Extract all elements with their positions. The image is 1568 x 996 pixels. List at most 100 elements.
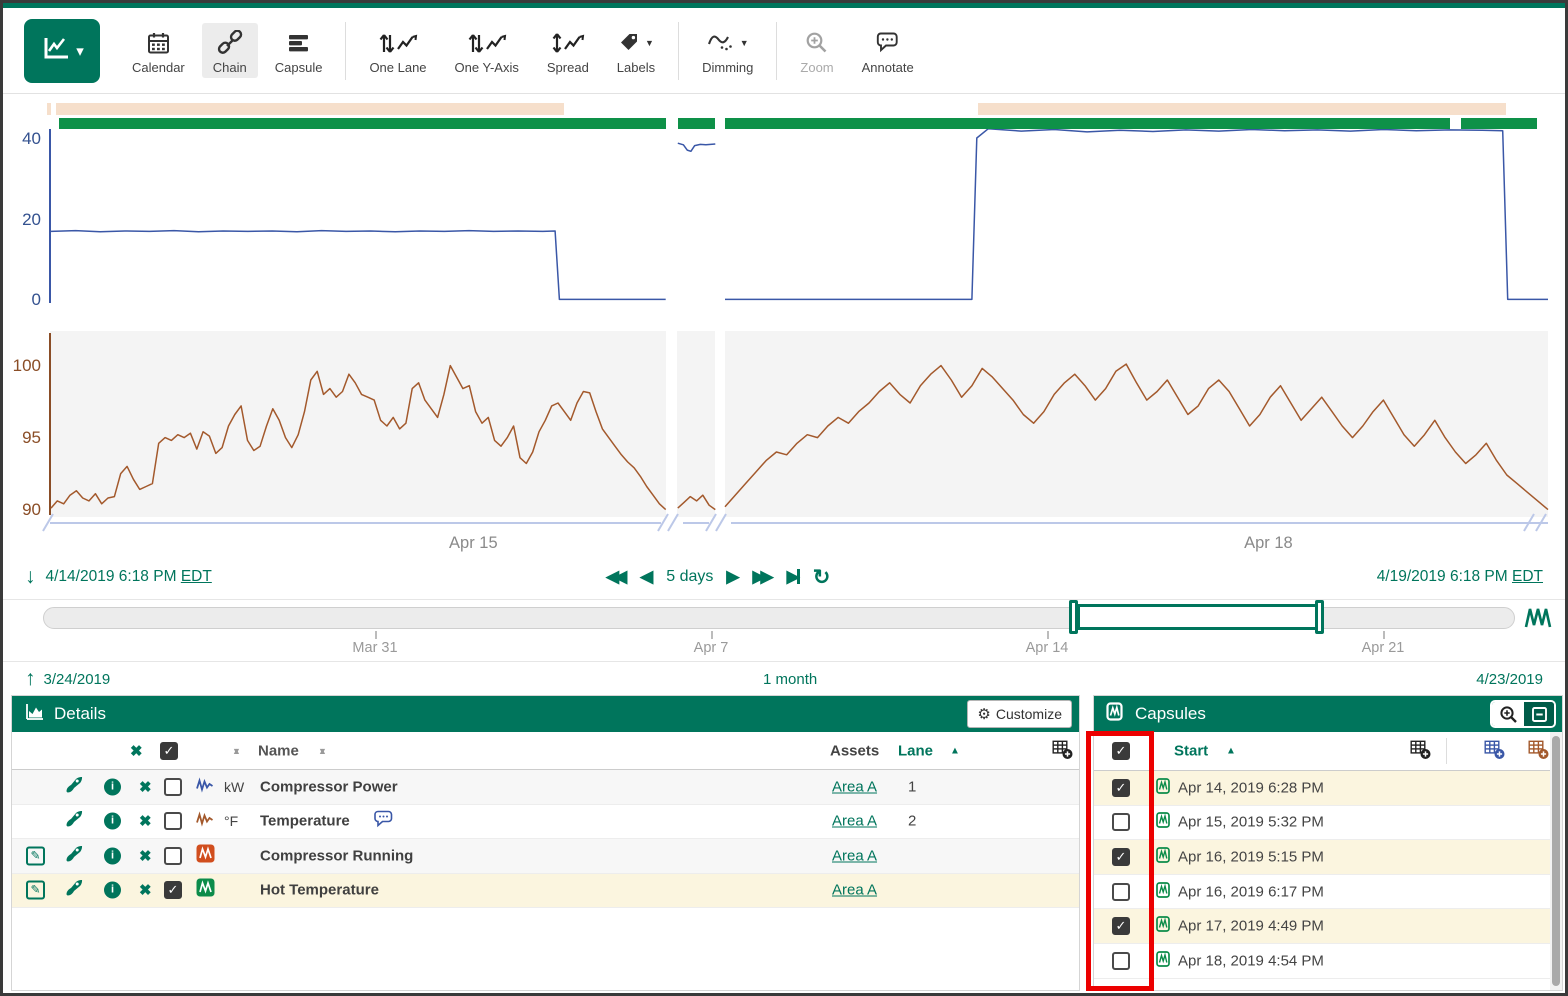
info-icon[interactable]: i [104,882,121,899]
collapse-panel-button[interactable] [1524,702,1554,726]
display-range-end[interactable]: 4/19/2019 6:18 PM EDT [1377,568,1543,586]
column-assets[interactable]: Assets [830,742,879,759]
capsule-start: Apr 17, 2019 4:49 PM [1178,918,1324,935]
unit-label: °F [224,813,238,829]
add-signal-column-icon[interactable] [1484,739,1505,764]
display-range-start[interactable]: 4/14/2019 6:18 PM EDT [46,568,212,586]
row-checkbox[interactable] [164,812,182,830]
capsule-row[interactable]: ✓ Apr 16, 2019 5:15 PM [1094,840,1562,875]
column-name[interactable]: Name [258,742,299,759]
one-y-axis-icon [455,28,519,58]
step-back-button[interactable]: ◀ [640,567,653,587]
details-row[interactable]: ✎ i ✖ Compressor Running Area A [12,839,1079,874]
investigate-duration[interactable]: 1 month [763,671,817,688]
rocket-icon[interactable] [64,878,83,902]
rocket-icon[interactable] [64,775,83,799]
add-column-icon[interactable] [1410,739,1431,764]
y-axis-tick-label: 95 [5,428,41,448]
step-back-fast-button[interactable]: ◀◀ [606,567,627,587]
capsule-row[interactable]: ✓ Apr 14, 2019 6:28 PM [1094,771,1562,806]
capsule-start: Apr 15, 2019 5:32 PM [1178,814,1324,831]
trend-view-icon [40,34,72,67]
remove-icon[interactable]: ✖ [139,847,152,865]
toolbar-button-calendar[interactable]: Calendar [121,23,196,78]
annotation-bubble-icon[interactable] [372,810,396,833]
toolbar-button-chain[interactable]: Chain [202,23,258,78]
capsule-icon [1156,777,1172,798]
asset-link[interactable]: Area A [832,847,877,864]
step-forward-fast-button[interactable]: ▶▶ [752,567,773,587]
customize-button[interactable]: ⚙ Customize [967,700,1072,728]
toolbar-button-annotate[interactable]: Annotate [851,23,925,78]
timezone-link[interactable]: EDT [181,568,212,585]
details-table-header: ✖ ✓ ▲▼ Name ▲▼ Assets Lane ▲ [12,732,1079,770]
toolbar-button-spread[interactable]: Spread [536,23,600,78]
details-row[interactable]: i ✖ kW Compressor Power Area A 1 [12,770,1079,805]
refresh-button[interactable]: ↻ [813,565,831,590]
step-forward-button[interactable]: ▶ [726,567,739,587]
timebar-tick-label: Mar 31 [335,640,415,656]
arrow-down-icon[interactable]: ↓ [25,565,36,589]
lane1-y-axis [49,129,51,303]
capsule-zigzag-icon[interactable] [1523,603,1553,636]
item-name: Temperature [260,813,350,830]
asset-link[interactable]: Area A [832,813,877,830]
unit-label: kW [224,779,244,795]
toolbar-button-labels[interactable]: ▼ Labels [606,23,666,78]
edit-icon[interactable]: ✎ [26,846,45,865]
details-row[interactable]: ✎ i ✖ ✓ Hot Temperature Area A [12,874,1079,909]
y-axis-tick-label: 90 [5,500,41,520]
details-row[interactable]: i ✖ °F Temperature Area A 2 [12,805,1079,840]
rocket-icon[interactable] [64,844,83,868]
y-axis-tick-label: 20 [5,210,41,230]
investigate-start[interactable]: 3/24/2019 [44,671,111,688]
info-icon[interactable]: i [104,847,121,864]
scrollbar[interactable] [1550,732,1562,990]
remove-icon[interactable]: ✖ [139,881,152,899]
arrow-up-icon[interactable]: ↑ [25,667,36,691]
investigate-end[interactable]: 4/23/2019 [1476,671,1543,688]
rocket-icon[interactable] [64,809,83,833]
capsule-icon [1156,950,1172,971]
toolbar-button-dimming[interactable]: ▼ Dimming [691,23,764,78]
asset-link[interactable]: Area A [832,778,877,795]
row-checkbox[interactable]: ✓ [164,881,182,899]
select-all-checkbox[interactable]: ✓ [160,742,178,760]
asset-link[interactable]: Area A [832,882,877,899]
toolbar-button-one-lane[interactable]: One Lane [358,23,437,78]
duration-label[interactable]: 5 days [666,568,713,586]
row-checkbox[interactable] [164,847,182,865]
calendar-icon [132,28,185,58]
capsule-row[interactable]: ✓ Apr 17, 2019 4:49 PM [1094,909,1562,944]
info-icon[interactable]: i [104,813,121,830]
capsule-bar-compressor-running [678,118,716,129]
step-to-end-button[interactable]: ▶ [787,567,800,587]
add-condition-column-icon[interactable] [1528,739,1549,764]
column-start[interactable]: Start [1174,743,1208,760]
info-icon[interactable]: i [104,778,121,795]
sort-asc-icon: ▲ [1226,746,1236,757]
toolbar-button-capsule[interactable]: Capsule [264,23,334,78]
row-checkbox[interactable] [164,778,182,796]
capsules-panel-title: Capsules [1135,704,1206,724]
remove-icon[interactable]: ✖ [139,812,152,830]
edit-icon[interactable]: ✎ [26,881,45,900]
toolbar-button-one-y-axis[interactable]: One Y-Axis [444,23,530,78]
x-axis-label: Apr 18 [1228,534,1308,553]
column-lane[interactable]: Lane [898,742,933,759]
capsule-row[interactable]: Apr 16, 2019 6:17 PM [1094,875,1562,910]
capsule-row[interactable]: Apr 15, 2019 5:32 PM [1094,806,1562,841]
remove-all-icon[interactable]: ✖ [130,742,143,760]
timebar-tick-label: Apr 14 [1007,640,1087,656]
scrollbar-thumb[interactable] [1552,736,1560,986]
header-divider [1446,738,1447,764]
add-column-icon[interactable] [1052,738,1073,763]
capsule-icon [1156,881,1172,902]
capsule-row[interactable]: Apr 18, 2019 4:54 PM [1094,944,1562,979]
zoom-to-capsule-button[interactable] [1492,702,1524,726]
capsule-bar-hot-temperature [978,103,1506,115]
view-selector-button[interactable]: ▾ [24,19,100,83]
timezone-link[interactable]: EDT [1512,568,1543,585]
remove-icon[interactable]: ✖ [139,778,152,796]
item-name: Compressor Power [260,778,398,795]
